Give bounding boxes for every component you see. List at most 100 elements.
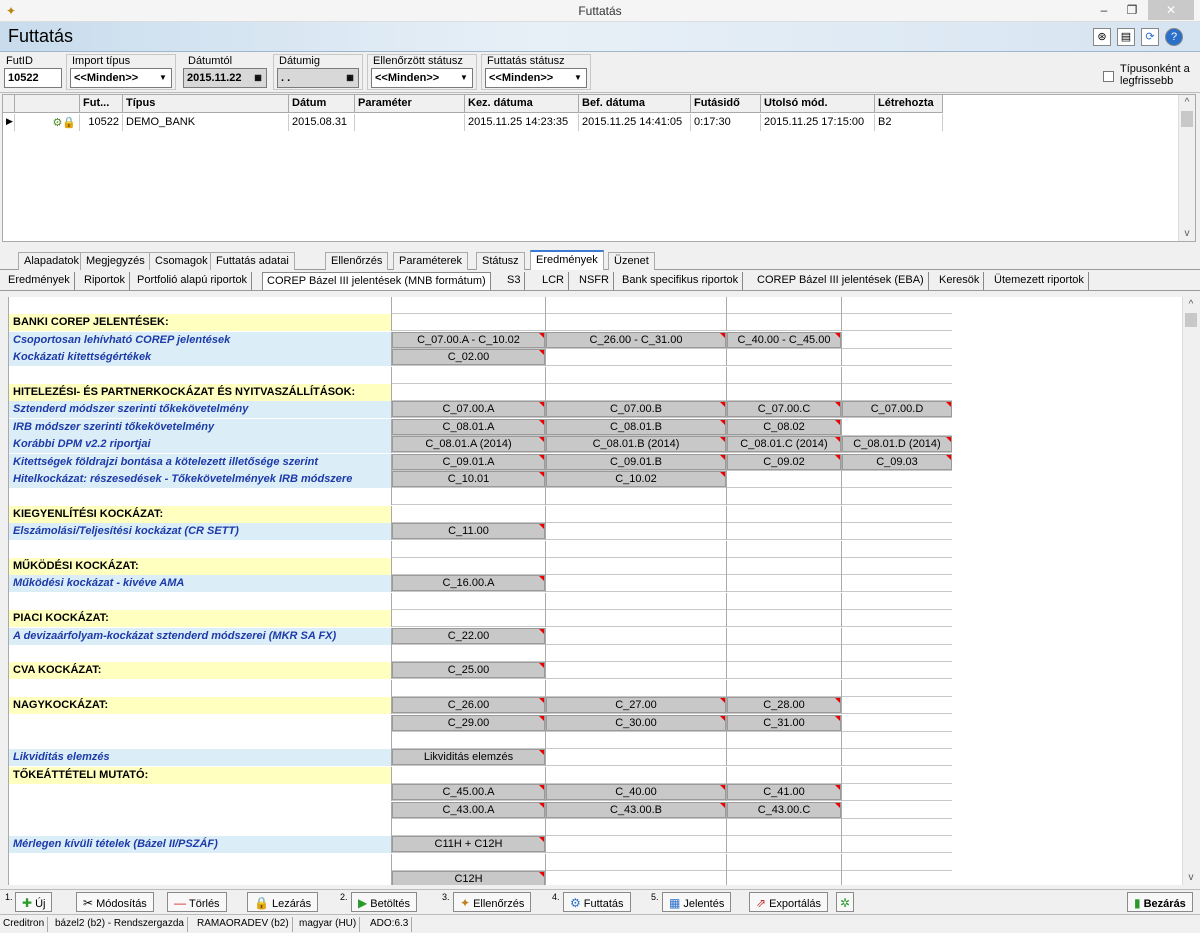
close-window-button[interactable]: ✕ (1148, 0, 1194, 20)
report-button[interactable]: C_10.02 (546, 471, 726, 487)
calendar-icon[interactable]: ▦ (344, 71, 356, 85)
tipusonkent-label[interactable]: Típusonként a legfrissebb (1120, 63, 1190, 87)
datumtol-input[interactable]: 2015.11.22 ▦ (183, 68, 267, 88)
subtab-portfolio[interactable]: Portfolió alapú riportok (133, 272, 253, 290)
report-button[interactable]: C_22.00 (392, 628, 545, 644)
scroll-thumb[interactable] (1181, 111, 1193, 127)
scroll-up-icon[interactable]: ^ (1183, 299, 1199, 310)
col-letrehozta-header[interactable]: Létrehozta (875, 95, 943, 113)
modositas-button[interactable]: ✂ Módosítás (76, 892, 154, 912)
subtab-lcr[interactable]: LCR (538, 272, 570, 290)
col-parameter-header[interactable]: Paraméter (355, 95, 465, 113)
report-button[interactable]: C_02.00 (392, 349, 545, 365)
report-button[interactable]: C_30.00 (546, 715, 726, 731)
subtab-corep-eba[interactable]: COREP Bázel III jelentések (EBA) (753, 272, 929, 290)
subtab-nsfr[interactable]: NSFR (575, 272, 614, 290)
report-button[interactable]: C_11.00 (392, 523, 545, 539)
scroll-down-icon[interactable]: v (1183, 872, 1199, 883)
runs-grid[interactable]: Fut... Típus Dátum Paraméter Kez. dátuma… (2, 94, 1196, 242)
report-button[interactable]: C_16.00.A (392, 575, 545, 591)
ellenorzes-button[interactable]: ✦ Ellenőrzés (453, 892, 532, 912)
report-button[interactable]: C_07.00.D (842, 401, 952, 417)
report-button[interactable]: C_28.00 (727, 697, 841, 713)
futtatas-button[interactable]: ⚙ Futtatás (563, 892, 631, 912)
report-button[interactable]: C_40.00 - C_45.00 (727, 332, 841, 348)
ellenorzott-select[interactable]: <<Minden>> ▼ (371, 68, 473, 88)
clipboard-icon[interactable]: ▤ (1117, 28, 1135, 46)
report-button[interactable]: C_40.00 (546, 784, 726, 800)
report-button[interactable]: C_08.01.A (392, 419, 545, 435)
grid-scrollbar[interactable]: ^ v (1178, 95, 1195, 241)
minimize-button[interactable]: – (1090, 0, 1118, 20)
col-kez-header[interactable]: Kez. dátuma (465, 95, 579, 113)
bezaras-button[interactable]: ▮ Bezárás (1127, 892, 1193, 912)
report-button[interactable]: C_43.00.C (727, 802, 841, 818)
report-button[interactable]: C12H (392, 871, 545, 885)
report-button[interactable]: C_09.01.B (546, 454, 726, 470)
scroll-down-icon[interactable]: v (1179, 228, 1195, 239)
betoltes-button[interactable]: ▶ Betöltés (351, 892, 417, 912)
report-button[interactable]: C_07.00.C (727, 401, 841, 417)
calendar-icon[interactable]: ▦ (252, 71, 264, 85)
report-button[interactable]: Likviditás elemzés (392, 749, 545, 765)
col-datum-header[interactable]: Dátum (289, 95, 355, 113)
report-button[interactable]: C_07.00.A - C_10.02 (392, 332, 545, 348)
futid-input[interactable]: 10522 (4, 68, 62, 88)
report-button[interactable]: C_43.00.B (546, 802, 726, 818)
report-button[interactable]: C_07.00.A (392, 401, 545, 417)
subtab-s3[interactable]: S3 (503, 272, 526, 290)
torles-button[interactable]: — Törlés (167, 892, 227, 912)
tab-uzenet[interactable]: Üzenet (608, 252, 655, 270)
report-button[interactable]: C_08.01.A (2014) (392, 436, 545, 452)
tipusonkent-checkbox[interactable] (1103, 71, 1114, 82)
report-button[interactable]: C_10.01 (392, 471, 545, 487)
col-bef-header[interactable]: Bef. dátuma (579, 95, 691, 113)
subtab-eredmenyek[interactable]: Eredmények (4, 272, 75, 290)
col-futasido-header[interactable]: Futásidő (691, 95, 761, 113)
tab-alapadatok[interactable]: Alapadatok (18, 252, 86, 270)
tab-eredmenyek[interactable]: Eredmények (530, 250, 604, 270)
report-button[interactable]: C_31.00 (727, 715, 841, 731)
col-fut-header[interactable]: Fut... (80, 95, 123, 113)
report-button[interactable]: C_09.02 (727, 454, 841, 470)
lezaras-button[interactable]: 🔒 Lezárás (247, 892, 319, 912)
tab-ellenorzes[interactable]: Ellenőrzés (325, 252, 389, 270)
report-button[interactable]: C_25.00 (392, 662, 545, 678)
report-button[interactable]: C_08.01.C (2014) (727, 436, 841, 452)
restore-button[interactable]: ❐ (1118, 0, 1146, 20)
import-select[interactable]: <<Minden>> ▼ (70, 68, 172, 88)
report-button[interactable]: C_08.01.B (546, 419, 726, 435)
report-button[interactable]: C_43.00.A (392, 802, 545, 818)
report-button[interactable]: C_26.00 - C_31.00 (546, 332, 726, 348)
tab-statusz[interactable]: Státusz (476, 252, 525, 270)
report-button[interactable]: C_09.03 (842, 454, 952, 470)
record-icon[interactable]: ⊛ (1093, 28, 1111, 46)
report-button[interactable]: C_26.00 (392, 697, 545, 713)
tab-futtatas-adatai[interactable]: Futtatás adatai (210, 252, 295, 270)
subtab-corep-mnb[interactable]: COREP Bázel III jelentések (MNB formátum… (262, 272, 491, 290)
col-utolso-header[interactable]: Utolsó mód. (761, 95, 875, 113)
report-button[interactable]: C_08.01.D (2014) (842, 436, 952, 452)
report-button[interactable]: C_07.00.B (546, 401, 726, 417)
scroll-thumb[interactable] (1185, 313, 1197, 327)
subtab-keresok[interactable]: Keresök (935, 272, 985, 290)
futtatas-status-select[interactable]: <<Minden>> ▼ (485, 68, 587, 88)
subtab-riportok[interactable]: Riportok (80, 272, 130, 290)
scroll-up-icon[interactable]: ^ (1179, 97, 1195, 108)
tab-parameterek[interactable]: Paraméterek (393, 252, 468, 270)
report-button[interactable]: C_27.00 (546, 697, 726, 713)
tab-csomagok[interactable]: Csomagok (149, 252, 214, 270)
report-button[interactable]: C_45.00.A (392, 784, 545, 800)
datumig-input[interactable]: . . ▦ (277, 68, 359, 88)
report-button[interactable]: C_08.01.B (2014) (546, 436, 726, 452)
report-button[interactable]: C_29.00 (392, 715, 545, 731)
report-button[interactable]: C_08.02 (727, 419, 841, 435)
subtab-utemezett[interactable]: Ütemezett riportok (990, 272, 1089, 290)
refresh-icon[interactable]: ⟳ (1141, 28, 1159, 46)
jelentes-button[interactable]: ▦ Jelentés (662, 892, 732, 912)
uj-button[interactable]: ✚ Új (15, 892, 53, 912)
report-button[interactable]: C_41.00 (727, 784, 841, 800)
report-scrollbar[interactable]: ^ v (1182, 297, 1199, 885)
col-tipus-header[interactable]: Típus (123, 95, 289, 113)
extra-button[interactable]: ✲ (836, 892, 855, 912)
